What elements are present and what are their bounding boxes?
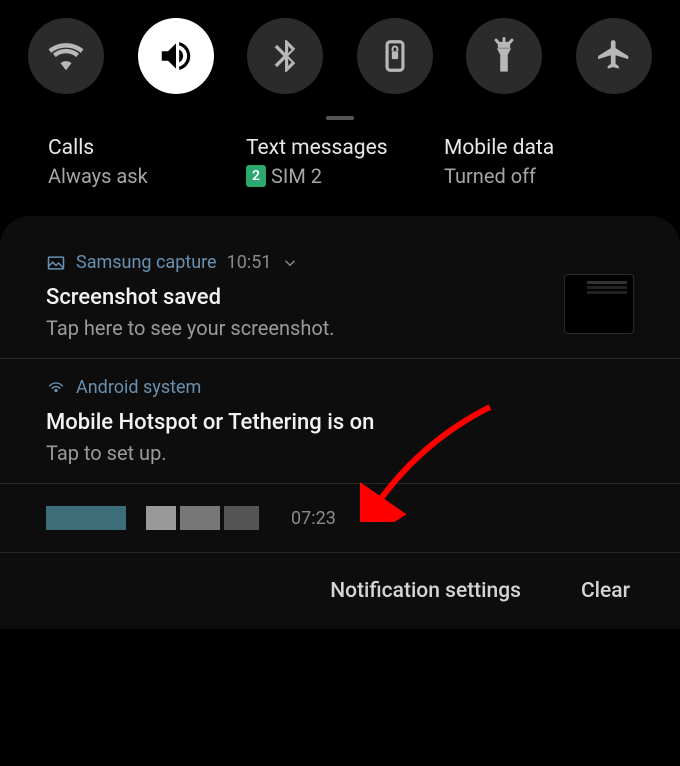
airplane-icon (595, 37, 633, 75)
screenshot-thumbnail[interactable] (564, 274, 634, 334)
quick-settings-row (0, 0, 680, 104)
sound-tile[interactable] (138, 18, 214, 94)
panel-footer: Notification settings Clear (0, 553, 680, 629)
flashlight-tile[interactable] (466, 18, 542, 94)
texts-pref[interactable]: Text messages 2 SIM 2 (246, 136, 434, 188)
notif-title: Screenshot saved (46, 285, 634, 310)
notif-text: Tap to set up. (46, 441, 634, 465)
rotation-lock-icon (376, 37, 414, 75)
calls-pref[interactable]: Calls Always ask (48, 136, 236, 188)
texts-sub: 2 SIM 2 (246, 164, 434, 188)
calls-sub: Always ask (48, 164, 236, 188)
notification-screenshot[interactable]: Samsung capture 10:51 Screenshot saved T… (0, 234, 680, 359)
notif-text: Tap here to see your screenshot. (46, 316, 634, 340)
bluetooth-icon (266, 37, 304, 75)
hotspot-icon (46, 378, 66, 398)
drag-handle[interactable] (326, 116, 354, 120)
sim-badge: 2 (246, 165, 266, 187)
preferred-sim-row: Calls Always ask Text messages 2 SIM 2 M… (0, 136, 680, 216)
wifi-tile[interactable] (28, 18, 104, 94)
notif-header: Samsung capture 10:51 (46, 252, 634, 273)
flashlight-icon (485, 37, 523, 75)
rotation-lock-tile[interactable] (357, 18, 433, 94)
notif-app: Samsung capture (76, 252, 217, 273)
notif-header: Android system (46, 377, 634, 398)
data-sub: Turned off (444, 164, 632, 188)
picture-icon (46, 253, 66, 273)
notification-hotspot[interactable]: Android system Mobile Hotspot or Tetheri… (0, 359, 680, 484)
bluetooth-tile[interactable] (247, 18, 323, 94)
notification-settings-button[interactable]: Notification settings (330, 579, 521, 603)
notif-time: 07:23 (291, 508, 336, 529)
texts-sub-text: SIM 2 (271, 164, 322, 188)
redacted-block (46, 506, 126, 530)
data-title: Mobile data (444, 136, 632, 160)
notification-redacted[interactable]: 07:23 (0, 484, 680, 553)
clear-button[interactable]: Clear (581, 579, 630, 603)
data-pref[interactable]: Mobile data Turned off (444, 136, 632, 188)
calls-title: Calls (48, 136, 236, 160)
chevron-down-icon[interactable] (281, 254, 299, 272)
notification-panel: Samsung capture 10:51 Screenshot saved T… (0, 216, 680, 629)
notif-app: Android system (76, 377, 201, 398)
chevron-down-icon[interactable] (356, 509, 374, 527)
notif-time: 10:51 (227, 252, 272, 273)
notif-title: Mobile Hotspot or Tethering is on (46, 410, 634, 435)
texts-title: Text messages (246, 136, 434, 160)
wifi-icon (47, 37, 85, 75)
speaker-icon (157, 37, 195, 75)
redacted-block (146, 506, 259, 530)
airplane-tile[interactable] (576, 18, 652, 94)
